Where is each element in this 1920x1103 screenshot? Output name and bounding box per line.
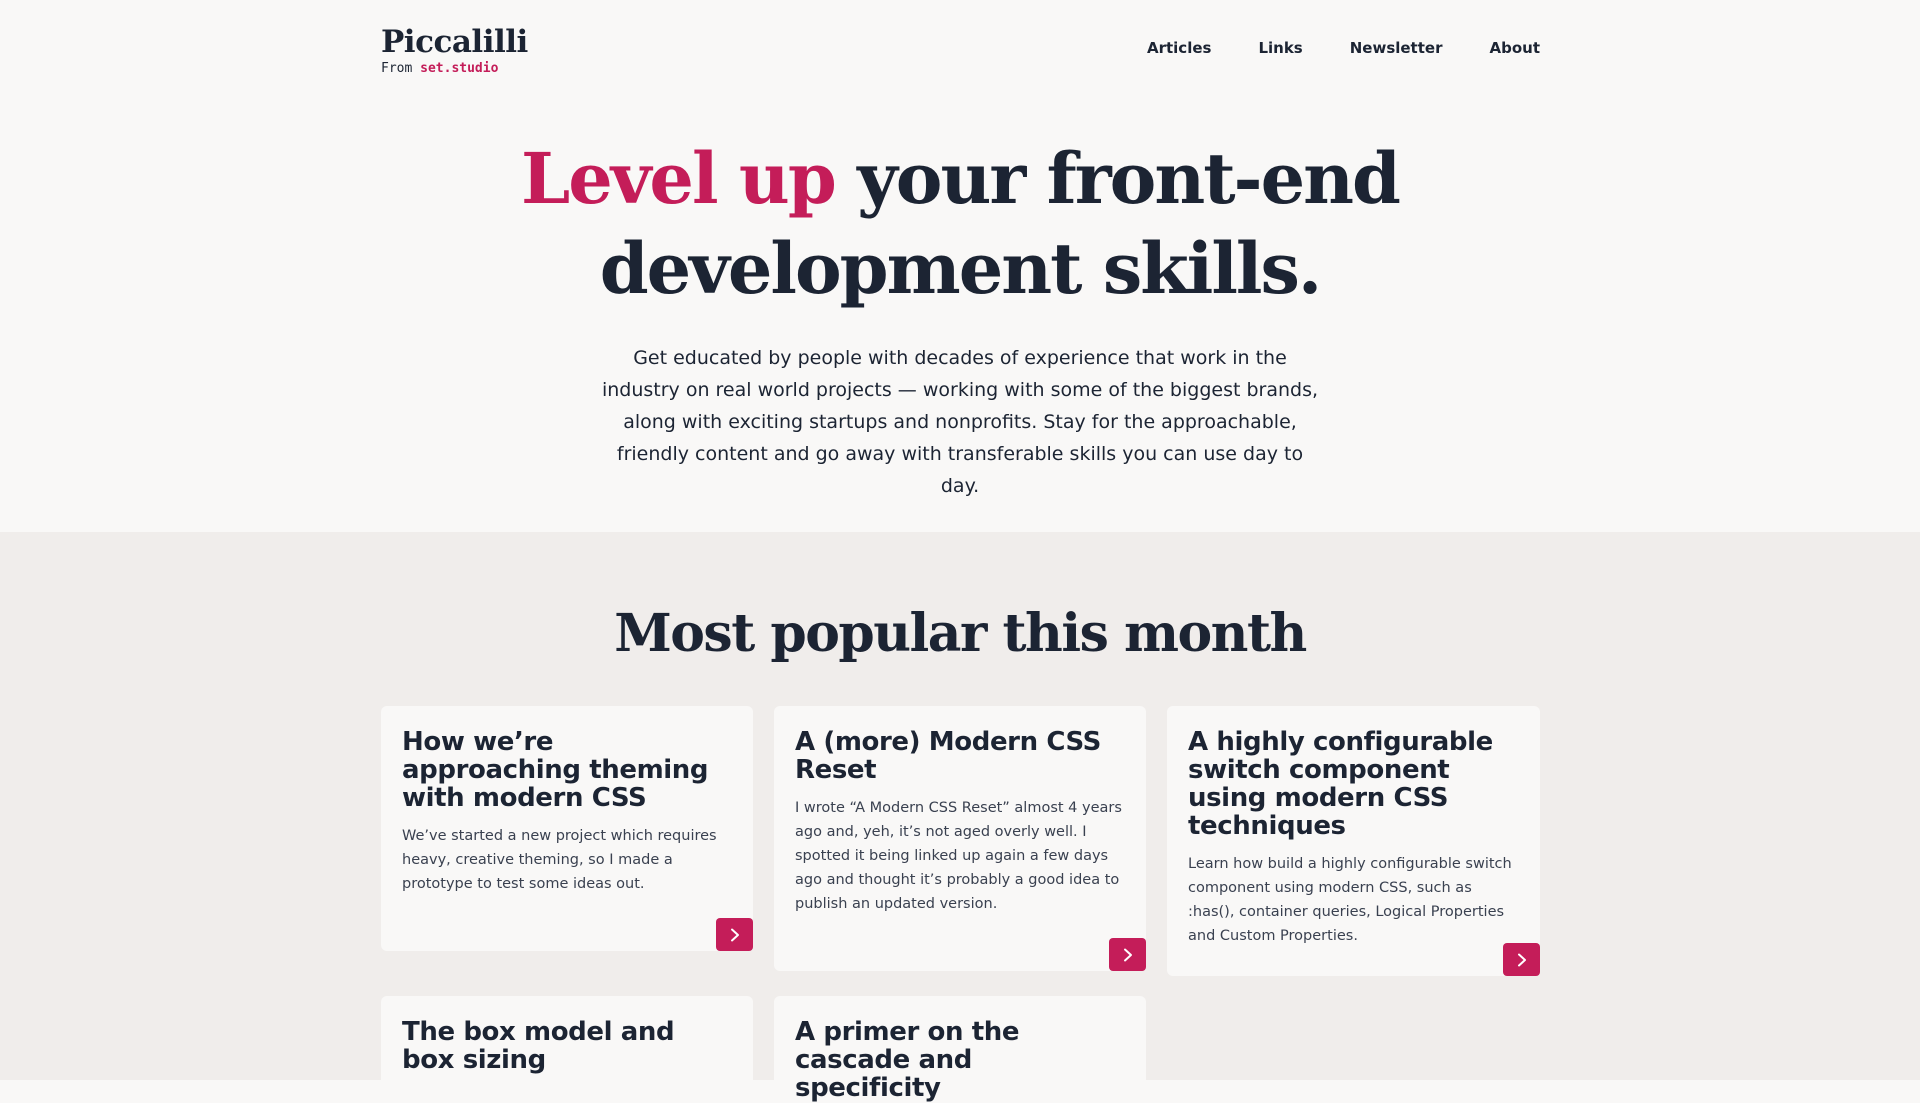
brand-studio-text: set.studio bbox=[420, 61, 499, 76]
card-title[interactable]: A highly configurable switch component u… bbox=[1188, 728, 1520, 840]
main-nav: Articles Links Newsletter About bbox=[1100, 37, 1540, 59]
card-title[interactable]: The box model and box sizing bbox=[402, 1018, 733, 1074]
nav-link-links[interactable]: Links bbox=[1258, 37, 1302, 59]
nav-link-articles[interactable]: Articles bbox=[1147, 37, 1211, 59]
card-summary: I wrote “A Modern CSS Reset” almost 4 ye… bbox=[795, 800, 1122, 912]
brand-from-text: From bbox=[381, 61, 421, 76]
card-title[interactable]: A (more) Modern CSS Reset bbox=[795, 728, 1126, 784]
article-card: A (more) Modern CSS Reset I wrote “A Mod… bbox=[774, 706, 1146, 971]
chevron-right-icon bbox=[730, 928, 739, 941]
nav-link-about[interactable]: About bbox=[1489, 37, 1540, 59]
article-card: The box model and box sizing bbox=[381, 996, 753, 1080]
hero-section: Level up your front-end development skil… bbox=[0, 110, 1920, 532]
article-card: A highly configurable switch component u… bbox=[1167, 706, 1540, 976]
article-card: A primer on the cascade and specificity bbox=[774, 996, 1146, 1102]
hero-title-accent: Level up bbox=[521, 137, 837, 220]
brand-logo-link[interactable]: Piccalilli From set.studio bbox=[381, 24, 528, 77]
popular-section: Most popular this month How we’re approa… bbox=[0, 532, 1920, 1102]
nav-link-newsletter[interactable]: Newsletter bbox=[1350, 37, 1443, 59]
card-read-button[interactable] bbox=[1109, 938, 1146, 971]
site-header: Piccalilli From set.studio Articles Link… bbox=[381, 24, 1540, 84]
popular-title: Most popular this month bbox=[614, 603, 1307, 664]
brand-tagline: From set.studio bbox=[381, 61, 528, 77]
chevron-right-icon bbox=[1517, 953, 1526, 966]
card-read-button[interactable] bbox=[716, 918, 753, 951]
article-card: How we’re approaching theming with moder… bbox=[381, 706, 753, 951]
card-read-button[interactable] bbox=[1503, 943, 1540, 976]
card-title[interactable]: How we’re approaching theming with moder… bbox=[402, 728, 733, 812]
brand-name: Piccalilli bbox=[381, 24, 528, 60]
card-summary: Learn how build a highly configurable sw… bbox=[1188, 856, 1512, 944]
hero-title: Level up your front-end development skil… bbox=[460, 110, 1460, 314]
card-title[interactable]: A primer on the cascade and specificity bbox=[795, 1018, 1126, 1102]
hero-description: Get educated by people with decades of e… bbox=[601, 347, 1319, 497]
chevron-right-icon bbox=[1123, 948, 1132, 961]
card-summary: We’ve started a new project which requir… bbox=[402, 828, 717, 892]
